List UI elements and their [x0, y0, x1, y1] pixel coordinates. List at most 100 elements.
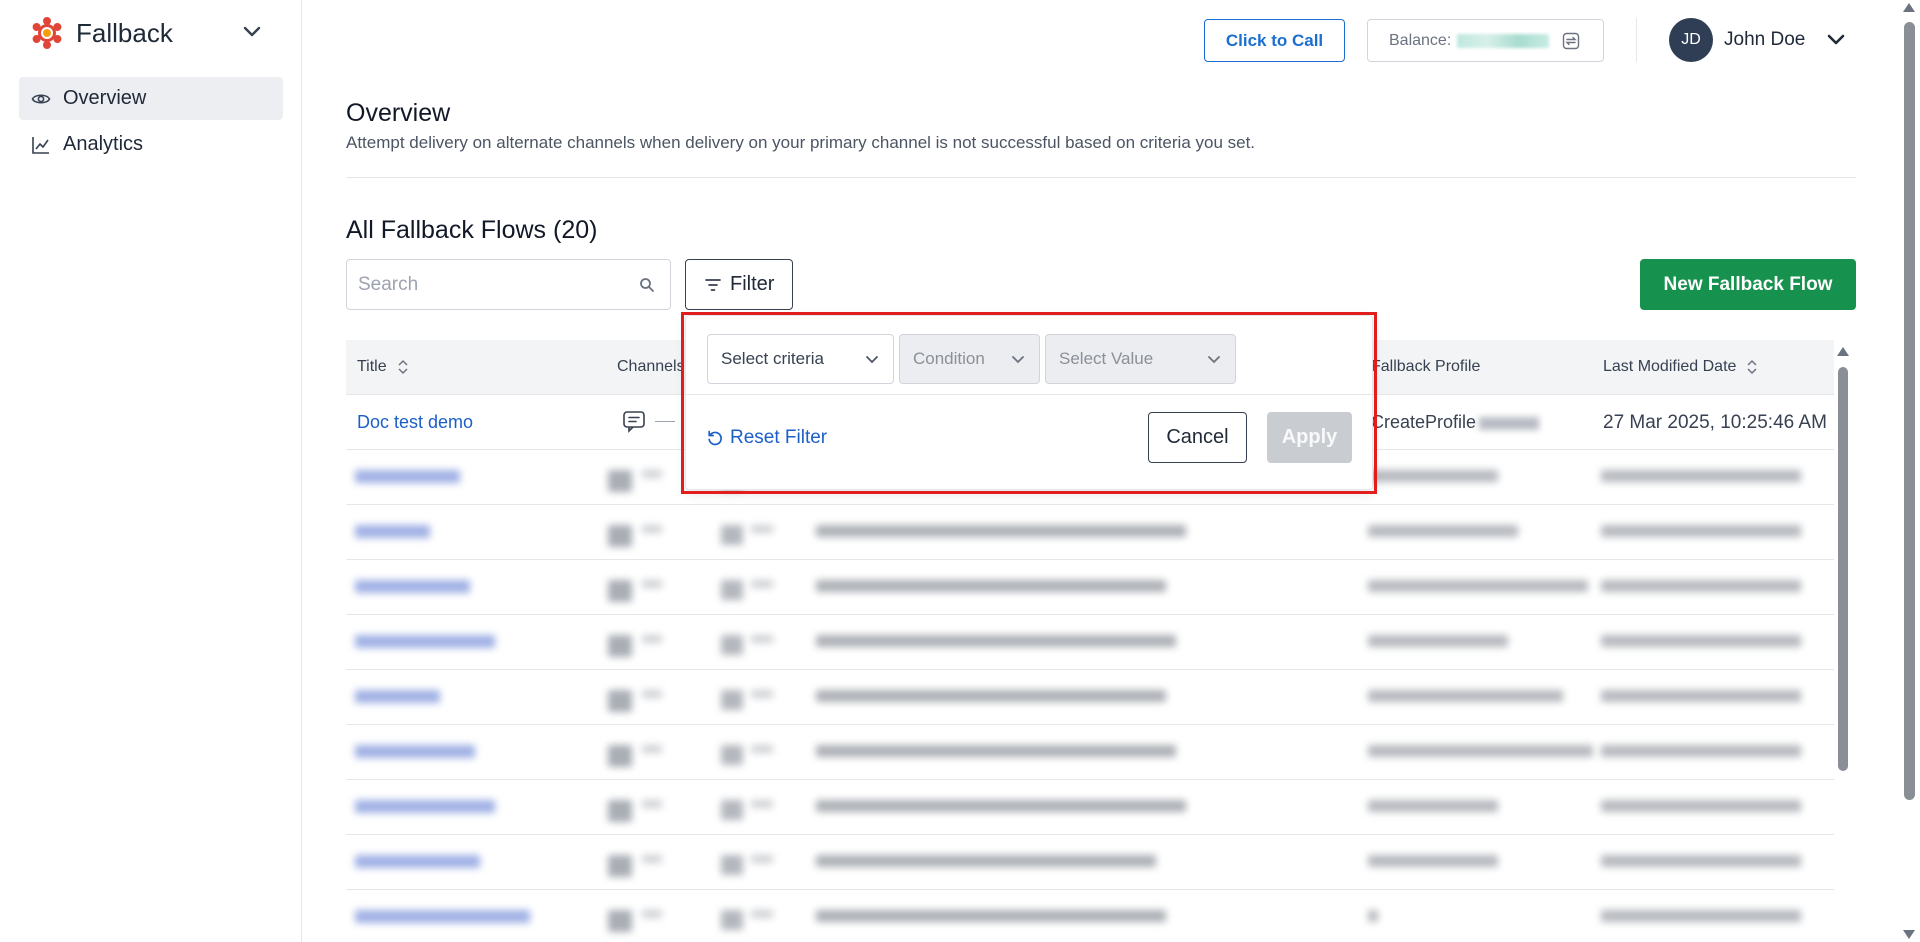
redacted-channel-step: [642, 470, 662, 478]
redacted-date: [1601, 470, 1801, 482]
eye-icon: [31, 89, 51, 109]
redacted-channel-step: [751, 690, 773, 698]
redacted-date: [1601, 855, 1801, 867]
redacted-date: [1601, 800, 1801, 812]
redacted-title: [355, 525, 430, 538]
sidebar: Fallback Overview Analytics: [0, 0, 302, 942]
column-header-last-modified[interactable]: Last Modified Date: [1603, 358, 1759, 376]
redacted-channel-icon: [608, 855, 632, 877]
redacted-profile: [1368, 580, 1588, 592]
chevron-down-icon[interactable]: [1824, 28, 1848, 52]
chevron-down-icon: [1205, 350, 1223, 368]
user-name[interactable]: John Doe: [1724, 29, 1805, 51]
redacted-channel-icon: [721, 580, 743, 600]
page-scroll-down-arrow[interactable]: [1903, 930, 1915, 939]
table-row[interactable]: [346, 890, 1834, 942]
search-input[interactable]: [347, 260, 627, 309]
sort-icon[interactable]: [396, 359, 410, 375]
filter-popup: Select criteria Condition Select Value R…: [685, 315, 1373, 490]
new-fallback-flow-button[interactable]: New Fallback Flow: [1640, 259, 1856, 310]
redacted-flow-id: [816, 635, 1176, 647]
sidebar-item-analytics[interactable]: Analytics: [19, 123, 283, 166]
filter-label: Filter: [730, 273, 775, 295]
redacted-channel-step: [751, 745, 773, 753]
chevron-down-icon: [863, 350, 881, 368]
sort-icon[interactable]: [1745, 359, 1759, 375]
channel-connector: [655, 420, 675, 422]
flow-title-link[interactable]: Doc test demo: [357, 412, 473, 433]
redacted-title: [355, 745, 475, 758]
redacted-channel-icon: [721, 745, 743, 765]
section-title: All Fallback Flows (20): [346, 216, 598, 244]
redacted-channel-icon: [608, 745, 632, 767]
table-scrollbar-thumb[interactable]: [1838, 367, 1848, 771]
header-divider: [1636, 18, 1637, 62]
filter-button[interactable]: Filter: [685, 259, 793, 310]
redacted-channel-icon: [721, 635, 743, 655]
table-row[interactable]: [346, 615, 1834, 670]
page-description: Attempt delivery on alternate channels w…: [346, 133, 1256, 152]
redacted-date: [1601, 910, 1801, 922]
redacted-date: [1601, 580, 1801, 592]
cancel-button[interactable]: Cancel: [1148, 412, 1247, 463]
redacted-title: [355, 910, 530, 923]
avatar[interactable]: JD: [1669, 18, 1713, 62]
click-to-call-button[interactable]: Click to Call: [1204, 19, 1345, 62]
redacted-flow-id: [816, 745, 1176, 757]
redacted-channel-icon: [721, 690, 743, 710]
reset-filter-link[interactable]: Reset Filter: [706, 427, 827, 449]
redacted-channel-step: [751, 580, 773, 588]
table-row[interactable]: [346, 670, 1834, 725]
table-row[interactable]: [346, 505, 1834, 560]
redacted-profile: [1368, 525, 1518, 537]
redacted-channel-step: [751, 800, 773, 808]
page-scroll-up-arrow[interactable]: [1903, 3, 1915, 12]
chevron-down-icon: [1009, 350, 1027, 368]
reset-icon: [706, 429, 724, 447]
redacted-channel-step: [642, 745, 662, 753]
redacted-channel-step: [642, 690, 662, 698]
fallback-logo-icon: [32, 17, 62, 49]
table-row[interactable]: [346, 560, 1834, 615]
redacted-flow-id: [816, 800, 1186, 812]
brand[interactable]: Fallback: [30, 14, 173, 52]
chevron-down-icon[interactable]: [240, 20, 264, 44]
redacted-channel-step: [642, 855, 662, 863]
redacted-channel-icon: [608, 580, 632, 602]
redacted-channel-icon: [608, 635, 632, 657]
sidebar-item-overview[interactable]: Overview: [19, 77, 283, 120]
redacted-date: [1601, 525, 1801, 537]
page-scrollbar-thumb[interactable]: [1904, 22, 1915, 800]
redacted-flow-id: [816, 690, 1166, 702]
table-scroll-up-arrow[interactable]: [1837, 347, 1849, 356]
redacted-channel-icon: [608, 910, 632, 932]
redacted-profile: [1368, 690, 1563, 702]
redacted-channel-icon: [608, 800, 632, 822]
redacted-channel-icon: [721, 525, 743, 545]
redacted-channel-step: [751, 910, 773, 918]
table-row[interactable]: [346, 725, 1834, 780]
divider: [346, 177, 1856, 178]
column-header-title[interactable]: Title: [357, 358, 410, 376]
search-icon[interactable]: [638, 276, 656, 294]
redacted-flow-id: [816, 525, 1186, 537]
popup-divider: [686, 394, 1372, 395]
redacted-date: [1601, 635, 1801, 647]
redacted-channel-icon: [608, 470, 632, 492]
table-row[interactable]: [346, 835, 1834, 890]
criteria-select[interactable]: Select criteria: [707, 334, 894, 384]
search-box: [346, 259, 671, 310]
refresh-balance-icon[interactable]: [1561, 31, 1581, 51]
redacted-profile: [1368, 745, 1593, 757]
redacted-channel-step: [642, 800, 662, 808]
column-header-channels: Channels: [617, 358, 685, 375]
filter-icon: [704, 276, 722, 294]
redacted-profile: [1368, 635, 1508, 647]
table-row[interactable]: [346, 780, 1834, 835]
redacted-title: [355, 855, 480, 868]
redacted-profile: [1368, 800, 1498, 812]
redacted-flow-id: [816, 855, 1156, 867]
column-header-fallback-profile: Fallback Profile: [1371, 358, 1481, 375]
balance-label: Balance:: [1389, 31, 1452, 49]
app-name: Fallback: [76, 17, 173, 48]
